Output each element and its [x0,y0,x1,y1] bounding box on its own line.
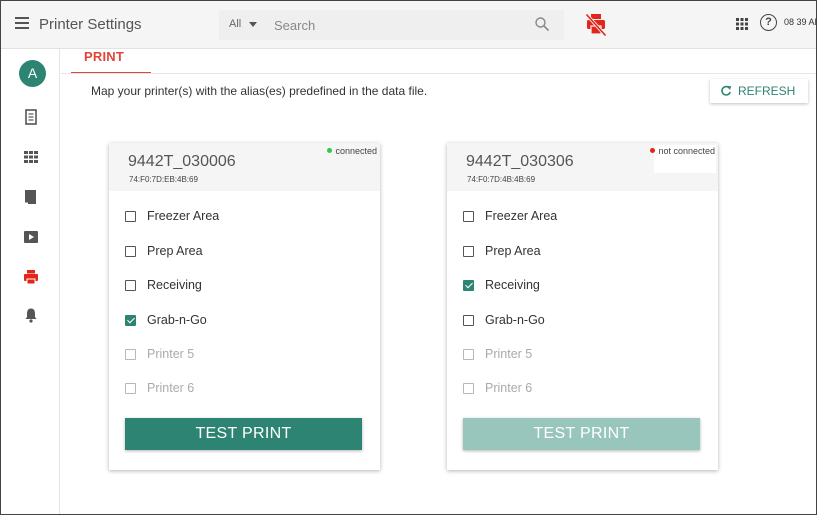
checkbox-unchecked [463,383,474,394]
refresh-button[interactable]: REFRESH [710,79,808,103]
app-title: Printer Settings [39,16,142,33]
checkbox-unchecked [125,383,136,394]
alias-label: Printer 5 [147,347,195,361]
search-icon[interactable] [534,16,550,32]
apps-grid-icon[interactable] [23,149,39,165]
printer-card-header: 9442T_030006 74:F0:7D:EB:4B:69 connected [109,143,380,191]
document-icon[interactable] [23,109,39,125]
alias-label: Grab-n-Go [485,313,545,327]
sidebar: A [1,49,60,514]
checkbox-unchecked[interactable] [125,280,136,291]
printer-name: 9442T_030306 [466,153,574,170]
alias-label: Receiving [147,278,202,292]
checkbox-unchecked[interactable] [125,246,136,257]
checkbox-unchecked[interactable] [463,211,474,222]
top-bar: Printer Settings All ? 08 39 AM [1,1,816,49]
alias-label: Receiving [485,278,540,292]
checkbox-checked[interactable] [125,315,136,326]
alias-label: Printer 5 [485,347,533,361]
test-print-button: TEST PRINT [463,418,700,450]
avatar[interactable]: A [19,60,46,87]
status-dot [650,148,656,153]
printer-status: connected [327,146,377,156]
printer-name: 9442T_030006 [128,153,236,170]
bell-icon[interactable] [23,307,39,323]
alias-label: Prep Area [147,244,203,258]
alias-label: Printer 6 [485,381,533,395]
app-frame: Printer Settings All ? 08 39 AM [0,0,817,515]
printer-card-header: 9442T_030306 74:F0:7D:4B:4B:69 not conne… [447,143,718,191]
video-folder-icon[interactable] [23,229,39,245]
clock-time: 08 39 AM [784,17,816,27]
checkbox-unchecked[interactable] [463,246,474,257]
hamburger-menu-icon[interactable] [15,17,29,31]
printer-status: not connected [650,146,715,156]
test-print-button[interactable]: TEST PRINT [125,418,362,450]
status-dot [327,148,333,153]
alias-label: Prep Area [485,244,541,258]
checkbox-unchecked [463,349,474,360]
printer-mac-address: 74:F0:7D:EB:4B:69 [129,175,198,184]
printer-card: 9442T_030306 74:F0:7D:4B:4B:69 not conne… [447,143,718,470]
refresh-icon [721,85,732,96]
checkbox-checked[interactable] [463,280,474,291]
search-scope-dropdown[interactable]: All [229,18,258,30]
tab-print[interactable]: PRINT [84,49,124,64]
help-icon[interactable]: ? [760,14,777,31]
alias-label: Grab-n-Go [147,313,207,327]
checkbox-unchecked[interactable] [125,211,136,222]
printer-card: 9442T_030006 74:F0:7D:EB:4B:69 connected… [109,143,380,470]
status-text: connected [335,146,377,156]
printer-icon[interactable] [23,269,39,285]
caret-down-icon [249,21,258,27]
printer-mac-address: 74:F0:7D:4B:4B:69 [467,175,536,184]
instructions-text: Map your printer(s) with the alias(es) p… [91,84,428,98]
search-scope-label: All [229,18,242,30]
printer-disconnected-icon[interactable] [585,13,607,37]
alias-label: Printer 6 [147,381,195,395]
alias-label: Freezer Area [485,209,558,223]
checkbox-unchecked [125,349,136,360]
tab-divider [61,73,816,74]
checkbox-unchecked[interactable] [463,315,474,326]
search-bar: All [219,10,564,40]
search-input[interactable] [274,15,494,35]
refresh-label: REFRESH [738,84,796,98]
alias-label: Freezer Area [147,209,220,223]
status-text: not connected [658,146,715,156]
product-label-icon[interactable] [23,189,39,205]
apps-grid-icon[interactable] [736,18,748,30]
